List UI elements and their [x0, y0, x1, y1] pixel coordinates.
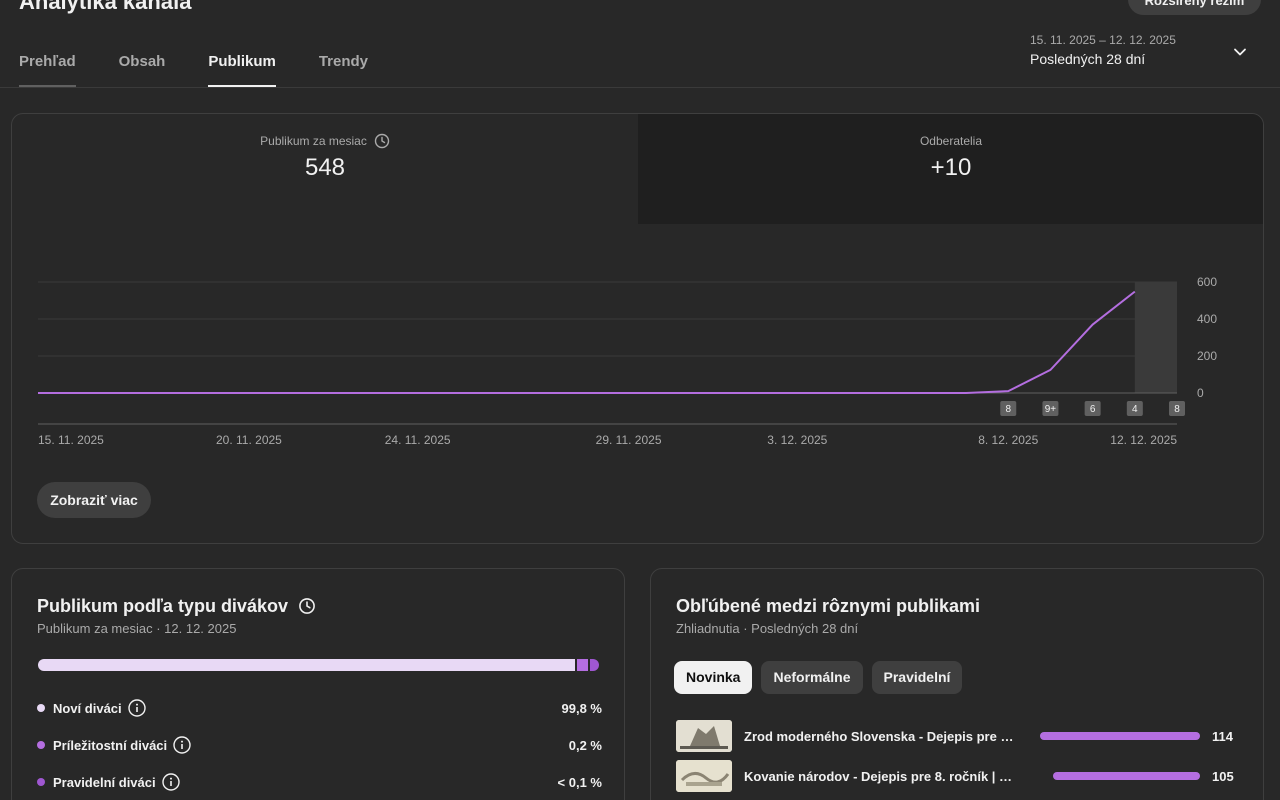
video-title: Kovanie národov - Dejepis pre 8. ročník … — [744, 768, 1014, 784]
legend-dot — [37, 778, 45, 786]
page-title: Analytika kanála — [19, 0, 192, 14]
legend-percent: 0,2 % — [568, 737, 602, 753]
tab-overview[interactable]: Prehľad — [19, 50, 76, 88]
date-range-label: Posledných 28 dní — [1030, 51, 1146, 67]
chart-marker-label: 8 — [1005, 404, 1011, 415]
analytics-page: Analytika kanála Rozšírený režim Prehľad… — [0, 0, 1280, 800]
tab-bar: Prehľad Obsah Publikum Trendy — [19, 50, 411, 88]
video-row[interactable]: Zrod moderného Slovenska - Dejepis pre 8… — [676, 719, 1236, 753]
chart-x-tick-label: 8. 12. 2025 — [978, 433, 1038, 447]
legend-percent: < 0,1 % — [557, 774, 602, 790]
chart-y-tick-label: 0 — [1197, 386, 1204, 400]
legend-row: Príležitostní diváci 0,2 % — [37, 734, 602, 756]
date-range-dates: 15. 11. 2025 – 12. 12. 2025 — [1030, 33, 1176, 47]
video-title: Zrod moderného Slovenska - Dejepis pre 8… — [744, 728, 1014, 744]
chart-x-tick-label: 24. 11. 2025 — [385, 433, 451, 447]
chart-y-tick-label: 600 — [1197, 275, 1217, 289]
legend-label: Noví diváci — [53, 700, 122, 716]
legend-row: Pravidelní diváci < 0,1 % — [37, 771, 602, 793]
card-subtitle: Publikum za mesiac · 12. 12. 2025 — [37, 621, 237, 636]
show-more-button[interactable]: Zobraziť viac — [37, 482, 151, 518]
chart-y-tick-label: 400 — [1197, 312, 1217, 326]
audience-chip-group: Novinka Neformálne Pravidelní — [674, 661, 963, 694]
info-icon[interactable] — [161, 773, 180, 791]
info-icon[interactable] — [173, 736, 191, 754]
stack-segment — [38, 659, 576, 671]
chevron-down-icon — [1234, 48, 1246, 56]
chart-x-tick-label: 29. 11. 2025 — [596, 433, 662, 447]
chart-y-tick-label: 200 — [1197, 349, 1217, 363]
video-views-bar — [1040, 732, 1200, 740]
popular-audiences-card: Obľúbené medzi rôznymi publikami Zhliadn… — [650, 568, 1264, 800]
viewer-type-stacked-bar — [38, 659, 599, 671]
stack-segment — [575, 659, 588, 671]
tab-audience[interactable]: Publikum — [208, 50, 276, 88]
video-views-bar — [1052, 772, 1200, 780]
date-range-picker[interactable]: 15. 11. 2025 – 12. 12. 2025 Posledných 2… — [1030, 32, 1260, 76]
metric-subscribers[interactable]: Odberatelia +10 — [638, 114, 1263, 224]
chart-series-line — [38, 290, 1136, 394]
legend-label: Príležitostní diváci — [53, 737, 168, 753]
legend-row: Noví diváci 99,8 % — [37, 697, 602, 719]
legend-dot — [37, 704, 45, 712]
card-title: Obľúbené medzi rôznymi publikami — [676, 596, 980, 616]
audience-chart-card: Publikum za mesiac 548 Odberatelia +10 6… — [11, 113, 1264, 544]
chart-marker-label: 9+ — [1045, 404, 1057, 415]
metric-value: +10 — [930, 154, 972, 181]
video-views: 114 — [1212, 728, 1233, 744]
chip-new[interactable]: Novinka — [674, 661, 753, 694]
metric-label: Publikum za mesiac — [260, 134, 367, 148]
video-row[interactable]: Kovanie národov - Dejepis pre 8. ročník … — [676, 759, 1236, 793]
tab-trends[interactable]: Trendy — [319, 50, 368, 88]
tab-content[interactable]: Obsah — [119, 50, 166, 88]
metric-monthly-audience[interactable]: Publikum za mesiac 548 — [12, 114, 638, 224]
metric-value: 548 — [304, 154, 346, 181]
stack-segment — [587, 659, 599, 671]
chart-x-tick-label: 20. 11. 2025 — [216, 433, 282, 447]
chart-marker-label: 4 — [1132, 404, 1138, 415]
audience-line-chart: 600 400 200 0 8 9+ 6 4 8 15. 11. 2025 20. 11. 2025… — [38, 275, 1217, 447]
advanced-mode-button[interactable]: Rozšírený režim — [1128, 0, 1261, 15]
metric-label: Odberatelia — [919, 134, 983, 148]
chart-marker-label: 6 — [1090, 404, 1096, 415]
legend-label: Pravidelní diváci — [53, 774, 156, 790]
card-title: Publikum podľa typu divákov — [37, 596, 288, 616]
chart-x-tick-label: 3. 12. 2025 — [767, 433, 827, 447]
info-icon[interactable] — [127, 699, 146, 717]
clock-icon[interactable] — [298, 597, 316, 615]
chart-x-tick-label: 12. 12. 2025 — [1110, 433, 1177, 447]
legend-dot — [37, 741, 45, 749]
chart-marker-label: 8 — [1174, 404, 1180, 415]
chip-regular[interactable]: Pravidelní — [871, 661, 963, 694]
header-divider — [0, 87, 1280, 88]
video-thumbnail — [676, 720, 732, 752]
chart-highlight-column — [1134, 282, 1177, 393]
chart-x-tick-label: 15. 11. 2025 — [38, 433, 104, 447]
clock-icon — [374, 133, 390, 149]
video-views: 105 — [1212, 768, 1234, 784]
chip-casual[interactable]: Neformálne — [761, 661, 863, 694]
legend-percent: 99,8 % — [561, 700, 602, 716]
viewer-types-card: Publikum podľa typu divákov Publikum za … — [11, 568, 625, 800]
card-subtitle: Zhliadnutia · Posledných 28 dní — [676, 621, 859, 636]
video-thumbnail — [676, 760, 732, 792]
